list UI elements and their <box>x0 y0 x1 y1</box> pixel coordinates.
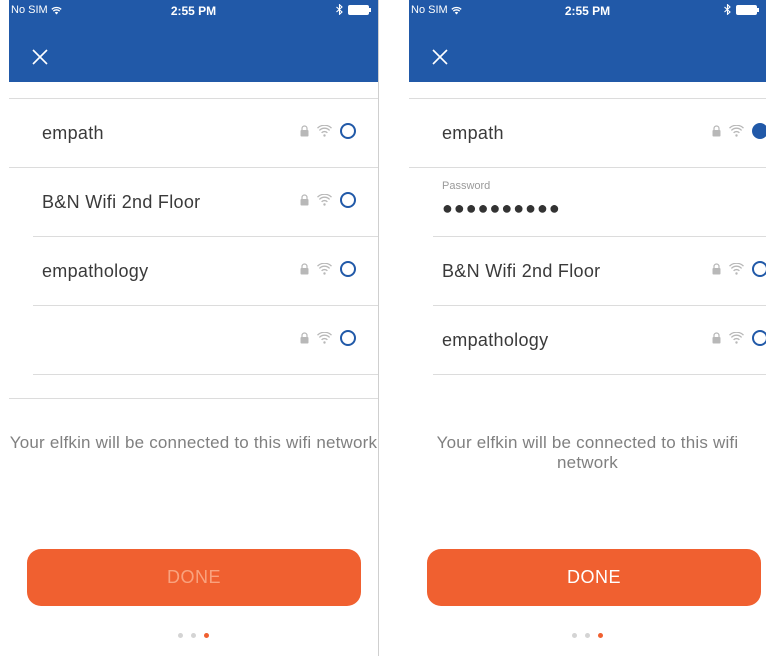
network-row[interactable]: B&N Wifi 2nd Floor <box>33 168 378 237</box>
lock-icon <box>300 125 309 137</box>
network-radio[interactable] <box>752 330 766 346</box>
wifi-icon <box>729 263 744 275</box>
info-message: Your elfkin will be connected to this wi… <box>436 433 739 472</box>
network-radio[interactable] <box>340 330 356 346</box>
close-icon[interactable] <box>27 44 53 70</box>
network-status-icons <box>300 261 356 277</box>
wifi-setup-screen-left: No SIM 2:55 PM empath B&N Wifi 2nd Floor… <box>9 0 379 656</box>
status-right-icons <box>724 4 760 15</box>
wifi-setup-screen-right: No SIM 2:55 PM empath Password ●●●●●●●●●… <box>409 0 766 656</box>
battery-icon <box>348 4 371 15</box>
page-dot-active <box>204 633 209 638</box>
network-status-icons <box>300 123 356 139</box>
network-list: empath B&N Wifi 2nd Floor empathology <box>9 98 378 375</box>
lock-icon <box>300 332 309 344</box>
page-dot <box>585 633 590 638</box>
network-row-selected[interactable]: empath <box>409 99 766 168</box>
lock-icon <box>300 263 309 275</box>
battery-icon <box>736 4 759 15</box>
done-button[interactable]: DONE <box>427 549 761 606</box>
network-row[interactable]: empathology <box>433 306 766 375</box>
network-name: empathology <box>42 261 149 281</box>
status-right-icons <box>336 4 372 15</box>
network-name: B&N Wifi 2nd Floor <box>42 192 201 212</box>
network-name: empathology <box>442 330 549 350</box>
network-radio[interactable] <box>340 261 356 277</box>
network-name: B&N Wifi 2nd Floor <box>442 261 601 281</box>
wifi-icon <box>317 194 332 206</box>
network-radio[interactable] <box>340 123 356 139</box>
close-icon[interactable] <box>427 44 453 70</box>
page-dot-active <box>598 633 603 638</box>
network-name: empath <box>42 123 104 143</box>
page-dot <box>191 633 196 638</box>
status-time: 2:55 PM <box>170 4 217 18</box>
status-bar: No SIM 2:55 PM <box>9 0 378 22</box>
network-status-icons <box>712 330 766 346</box>
network-status-icons <box>712 123 766 139</box>
divider <box>9 398 378 399</box>
page-dot <box>178 633 183 638</box>
network-row[interactable]: B&N Wifi 2nd Floor <box>433 237 766 306</box>
status-time: 2:55 PM <box>564 4 611 18</box>
status-bar: No SIM 2:55 PM <box>409 0 766 22</box>
password-field[interactable]: Password ●●●●●●●●●● <box>433 168 766 237</box>
app-header: No SIM 2:55 PM <box>409 0 766 82</box>
network-name: empath <box>442 123 504 143</box>
wifi-icon <box>317 332 332 344</box>
lock-icon <box>712 332 721 344</box>
password-input[interactable]: ●●●●●●●●●● <box>442 198 561 219</box>
wifi-icon <box>317 263 332 275</box>
bluetooth-icon <box>336 4 343 15</box>
wifi-icon <box>729 332 744 344</box>
network-radio[interactable] <box>340 192 356 208</box>
page-indicator <box>9 633 378 638</box>
bluetooth-icon <box>724 4 731 15</box>
wifi-icon <box>729 125 744 137</box>
network-row[interactable] <box>33 306 378 375</box>
page-dot <box>572 633 577 638</box>
network-list: empath Password ●●●●●●●●●● B&N Wifi 2nd … <box>409 98 766 375</box>
network-status-icons <box>300 330 356 346</box>
wifi-icon <box>317 125 332 137</box>
lock-icon <box>712 125 721 137</box>
info-message: Your elfkin will be connected to this wi… <box>9 433 378 452</box>
network-radio-selected[interactable] <box>752 123 766 139</box>
lock-icon <box>712 263 721 275</box>
network-status-icons <box>712 261 766 277</box>
password-label: Password <box>442 180 491 192</box>
lock-icon <box>300 194 309 206</box>
network-status-icons <box>300 192 356 208</box>
network-row[interactable]: empathology <box>33 237 378 306</box>
app-header: No SIM 2:55 PM <box>9 0 378 82</box>
network-row[interactable]: empath <box>9 99 378 168</box>
page-indicator <box>409 633 766 638</box>
network-radio[interactable] <box>752 261 766 277</box>
done-button[interactable]: DONE <box>27 549 361 606</box>
